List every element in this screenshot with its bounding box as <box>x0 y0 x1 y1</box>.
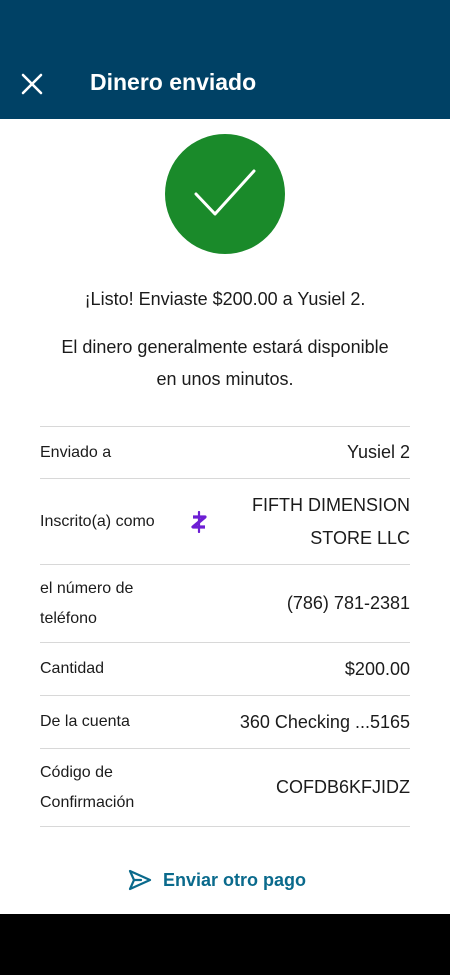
detail-label: Inscrito(a) como <box>40 512 155 530</box>
detail-label: Código de Confirmación <box>40 763 135 811</box>
detail-value: $200.00 <box>344 658 410 679</box>
detail-row-enrolled-as: Inscrito(a) como FIFTH DIMENSION STORE L… <box>40 479 410 565</box>
detail-value: FIFTH DIMENSION STORE LLC <box>252 494 410 548</box>
payment-details: Enviado a Yusiel 2 Inscrito(a) como FIFT… <box>40 426 410 827</box>
success-message: ¡Listo! Enviaste $200.00 a Yusiel 2. <box>84 289 366 309</box>
detail-label: Cantidad <box>40 660 105 677</box>
header-bar: Dinero enviado <box>0 0 450 119</box>
detail-row-amount: Cantidad $200.00 <box>40 643 410 696</box>
availability-message: El dinero generalmente estará disponible… <box>61 337 389 389</box>
detail-row-account: De la cuenta 360 Checking ...5165 <box>40 696 410 749</box>
send-another-payment-label: Enviar otro pago <box>163 869 307 890</box>
close-icon <box>21 73 43 95</box>
detail-value: (786) 781-2381 <box>286 593 410 613</box>
zelle-icon <box>191 510 207 533</box>
send-icon <box>128 869 152 891</box>
success-indicator <box>165 134 285 254</box>
detail-value: Yusiel 2 <box>346 442 410 462</box>
send-another-payment-button[interactable]: Enviar otro pago <box>128 864 306 896</box>
detail-label: el número de teléfono <box>40 579 134 627</box>
detail-label: De la cuenta <box>40 713 130 730</box>
close-button[interactable] <box>14 66 50 102</box>
page-title: Dinero enviado <box>90 69 257 95</box>
detail-row-confirmation-code: Código de Confirmación COFDB6KFJIDZ <box>40 749 410 827</box>
detail-value: 360 Checking ...5165 <box>239 711 410 732</box>
detail-row-recipient: Enviado a Yusiel 2 <box>40 427 410 479</box>
detail-row-phone: el número de teléfono (786) 781-2381 <box>40 565 410 643</box>
check-icon <box>194 169 256 216</box>
detail-label: Enviado a <box>40 443 112 461</box>
confirmation-screen: Dinero enviado ¡Listo! Enviaste $200.00 … <box>0 0 450 914</box>
detail-value: COFDB6KFJIDZ <box>275 777 410 797</box>
